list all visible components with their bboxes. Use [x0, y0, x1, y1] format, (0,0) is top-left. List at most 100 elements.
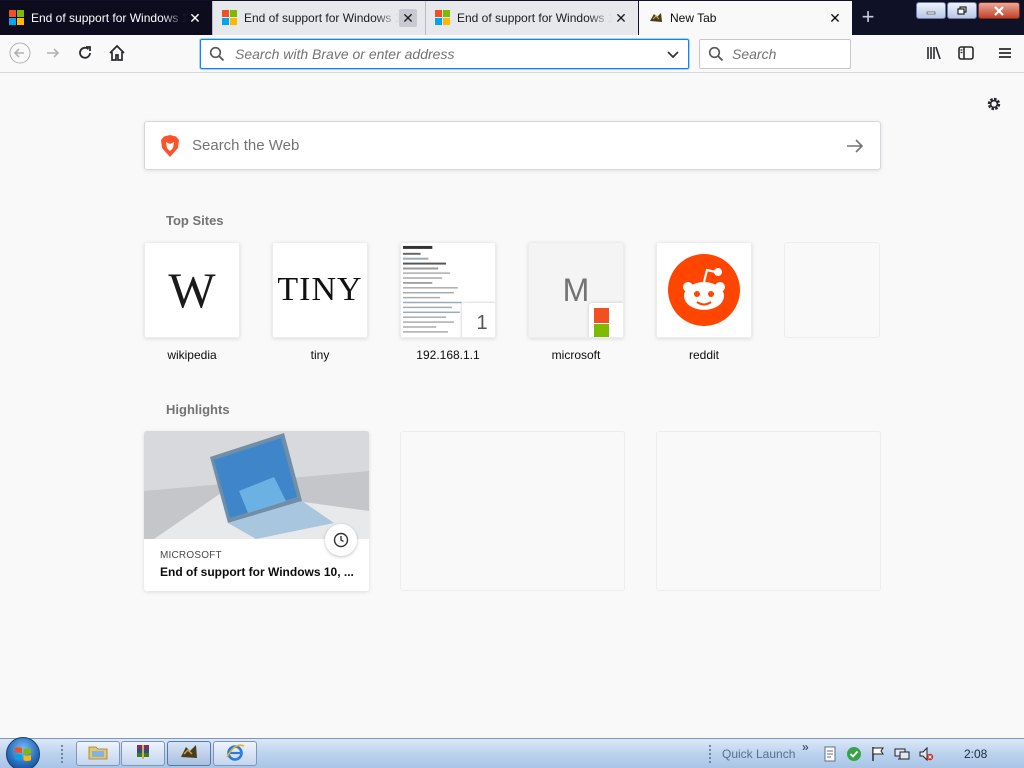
taskbar-ie-button[interactable] — [213, 741, 257, 766]
top-site-router[interactable]: 1 192.168.1.1 — [400, 242, 496, 362]
archive-icon — [134, 743, 152, 764]
new-tab-button[interactable]: + — [852, 1, 884, 33]
network-icon[interactable] — [894, 746, 910, 762]
gear-icon[interactable] — [985, 95, 1003, 113]
new-tab-page: Search the Web Top Sites W wikipedia TIN… — [0, 74, 1024, 738]
top-site-tile[interactable]: M — [528, 242, 624, 338]
window-controls — [916, 2, 1020, 19]
tab-2[interactable]: End of support for Windows 10 ✕ — [212, 1, 425, 35]
folder-icon — [88, 743, 108, 764]
arrow-right-icon[interactable] — [846, 138, 864, 153]
top-site-tile[interactable]: W — [144, 242, 240, 338]
windows-logo-icon — [15, 747, 31, 761]
top-site-label: tiny — [310, 348, 330, 362]
clock-icon — [325, 524, 357, 556]
tab-close-button[interactable]: ✕ — [399, 9, 417, 27]
security-shield-icon[interactable] — [846, 746, 862, 762]
highlight-card[interactable]: MICROSOFT End of support for Windows 10,… — [144, 431, 369, 591]
tiny-logo: TINY — [277, 271, 363, 308]
library-icon — [925, 44, 943, 65]
internet-explorer-icon — [225, 742, 245, 765]
start-button[interactable] — [6, 737, 40, 768]
action-center-flag-icon[interactable] — [870, 746, 886, 762]
search-bar[interactable]: Search — [699, 39, 851, 69]
reload-button[interactable] — [70, 39, 100, 69]
close-window-button[interactable] — [978, 2, 1020, 19]
top-site-label: wikipedia — [167, 348, 217, 362]
toolbar-grip[interactable] — [60, 744, 64, 764]
highlight-title: End of support for Windows 10, ... — [160, 565, 354, 579]
taskbar-clock[interactable]: 2:08 — [964, 747, 987, 761]
document-icon[interactable] — [822, 746, 838, 762]
tab-close-button[interactable]: ✕ — [186, 9, 204, 27]
highlight-placeholder — [656, 431, 881, 591]
top-site-label: microsoft — [551, 348, 601, 362]
reddit-logo-icon — [668, 254, 740, 326]
highlight-source: MICROSOFT — [160, 550, 222, 561]
top-site-microsoft[interactable]: M microsoft — [528, 242, 624, 362]
tab-title: End of support for Windows 10 — [244, 11, 399, 25]
tab-close-button[interactable]: ✕ — [612, 9, 630, 27]
url-bar[interactable]: Search with Brave or enter address — [200, 39, 689, 69]
tab-3[interactable]: End of support for Windows 10 ✕ — [425, 1, 638, 35]
overflow-chevron-icon[interactable]: » — [802, 740, 809, 754]
top-site-tiny[interactable]: TINY tiny — [272, 242, 368, 362]
microsoft-icon — [222, 10, 238, 26]
top-site-reddit[interactable]: reddit — [656, 242, 752, 362]
library-button[interactable] — [919, 39, 949, 69]
top-site-tile[interactable] — [656, 242, 752, 338]
reload-icon — [76, 44, 94, 65]
microsoft-icon — [9, 10, 25, 26]
search-icon — [209, 46, 225, 62]
back-button[interactable] — [5, 39, 35, 69]
tab-strip: End of support for Windows 10 ✕ End of s… — [0, 0, 1024, 35]
sidebar-button[interactable] — [951, 39, 981, 69]
volume-muted-icon[interactable] — [918, 746, 934, 762]
top-site-placeholder[interactable] — [784, 242, 880, 338]
hamburger-menu-icon — [997, 45, 1013, 64]
top-site-wikipedia[interactable]: W wikipedia — [144, 242, 240, 362]
top-site-tile[interactable]: 1 — [400, 242, 496, 338]
web-search-box[interactable]: Search the Web — [144, 121, 881, 170]
browser-app-icon — [179, 743, 199, 764]
web-search-placeholder: Search the Web — [192, 137, 300, 154]
brave-logo-icon — [159, 134, 181, 158]
taskbar: Quick Launch » 2:08 — [0, 737, 1024, 768]
site-letter-badge: 1 — [462, 303, 495, 337]
microsoft-icon — [435, 10, 451, 26]
tab-1[interactable]: End of support for Windows 10 ✕ — [0, 1, 212, 35]
tab-title: New Tab — [670, 11, 717, 25]
highlight-thumbnail — [144, 431, 369, 539]
home-button[interactable] — [102, 39, 132, 69]
search-placeholder: Search — [732, 46, 777, 62]
url-placeholder: Search with Brave or enter address — [235, 46, 455, 62]
tab-title: End of support for Windows 10 — [31, 11, 186, 25]
top-site-tile[interactable]: TINY — [272, 242, 368, 338]
minimize-button[interactable] — [916, 2, 946, 19]
taskbar-browser-button[interactable] — [167, 741, 211, 766]
highlight-placeholder — [400, 431, 625, 591]
top-site-label: 192.168.1.1 — [416, 348, 480, 362]
sidebar-icon — [957, 44, 975, 65]
highlights-heading: Highlights — [166, 402, 230, 417]
chevron-down-icon[interactable] — [666, 47, 680, 61]
tab-title: End of support for Windows 10 — [457, 11, 612, 25]
back-arrow-icon — [9, 42, 31, 67]
navigation-toolbar: Search with Brave or enter address Searc… — [0, 35, 1024, 73]
tab-new-tab[interactable]: New Tab ✕ — [639, 1, 852, 35]
toolbar-grip[interactable] — [708, 744, 712, 764]
home-icon — [108, 44, 126, 65]
forward-button[interactable] — [38, 39, 68, 69]
tab-close-button[interactable]: ✕ — [826, 9, 844, 27]
quick-launch-label[interactable]: Quick Launch — [722, 747, 795, 761]
app-icon — [648, 10, 664, 26]
top-sites-heading: Top Sites — [166, 213, 224, 228]
site-letter: M — [562, 271, 590, 308]
restore-button[interactable] — [947, 2, 977, 19]
microsoft-icon — [589, 303, 623, 337]
taskbar-archive-button[interactable] — [121, 741, 165, 766]
search-icon — [708, 46, 724, 62]
top-site-empty[interactable] — [784, 242, 880, 348]
menu-button[interactable] — [990, 39, 1020, 69]
taskbar-explorer-button[interactable] — [76, 741, 120, 766]
